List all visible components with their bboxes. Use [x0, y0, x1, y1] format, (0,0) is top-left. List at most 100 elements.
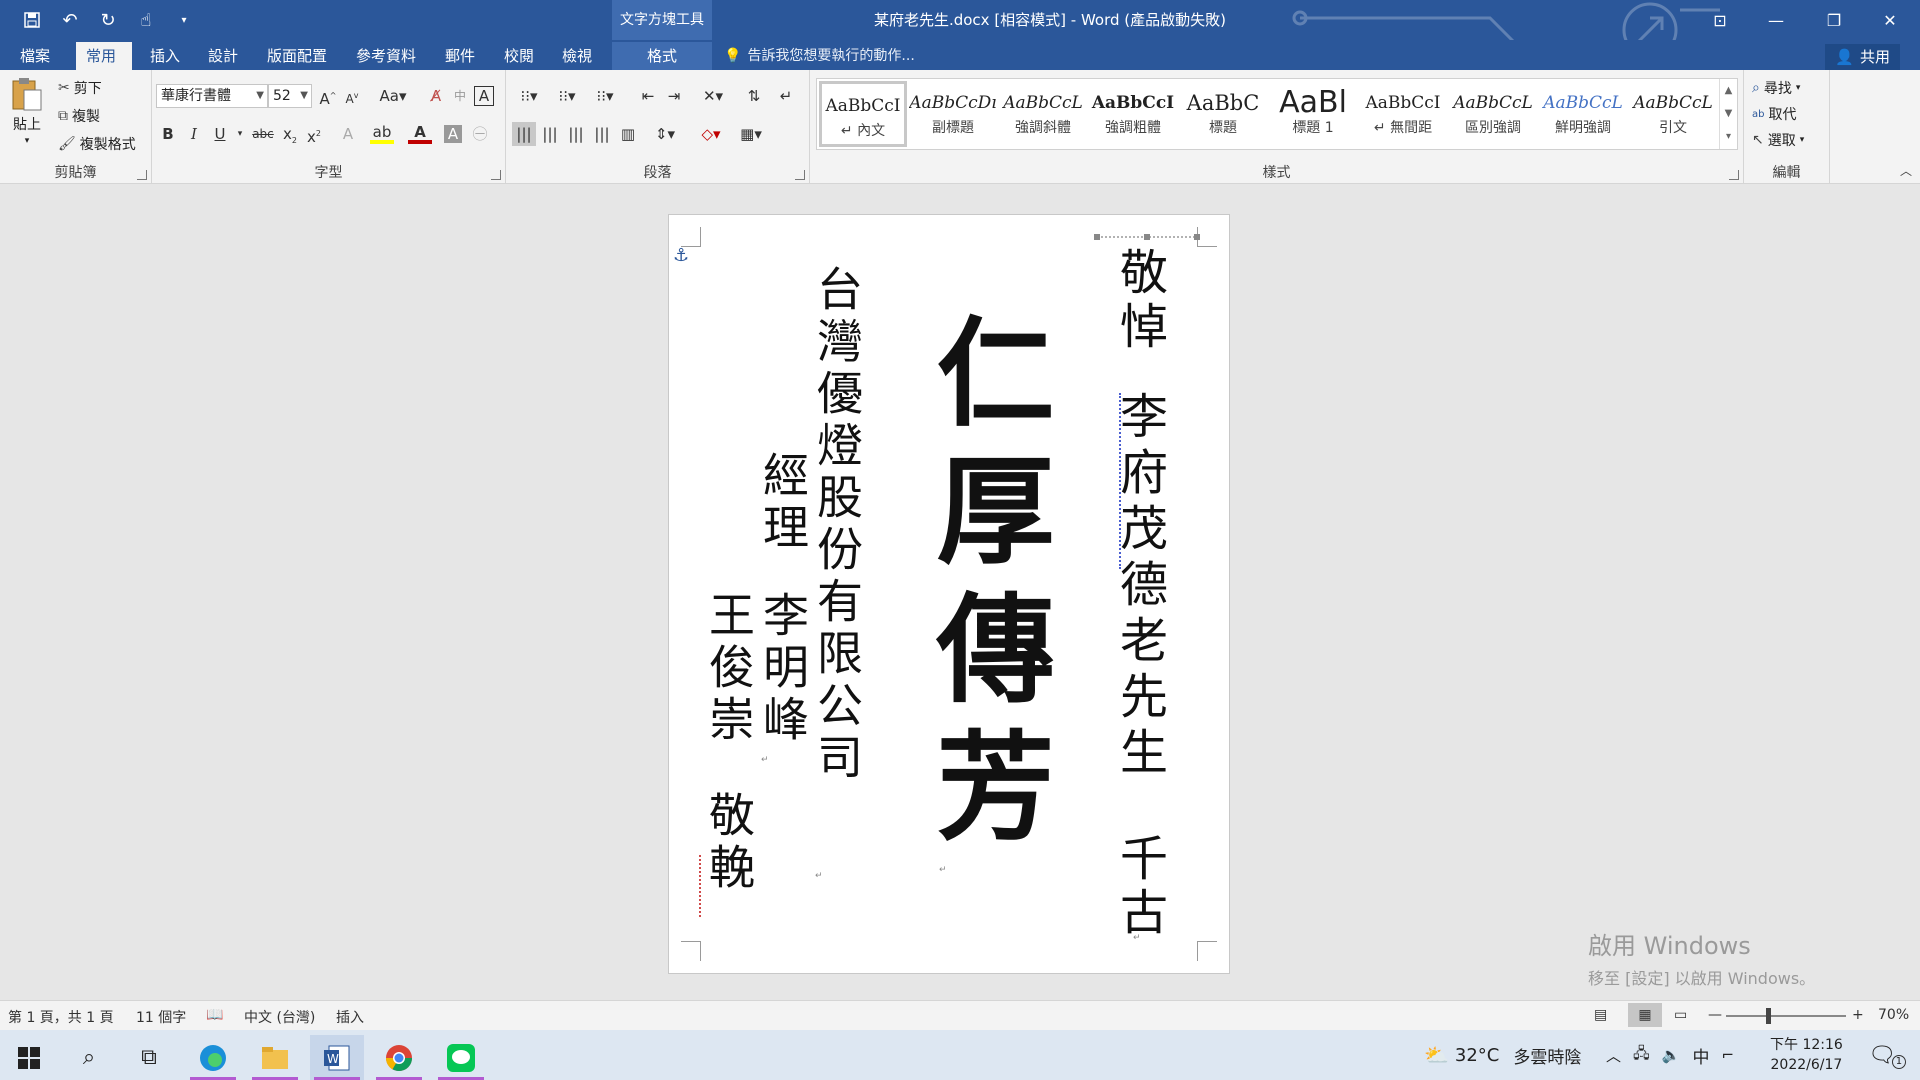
- name-li-text[interactable]: 李明峰: [755, 591, 811, 747]
- ime-indicator[interactable]: 中: [1692, 1043, 1709, 1068]
- align-top-icon[interactable]: |||: [512, 122, 536, 146]
- tell-me-box[interactable]: 💡 告訴我您想要執行的動作...: [724, 42, 915, 70]
- numbering-icon[interactable]: ⁝⁝▾: [550, 84, 584, 108]
- weather-widget[interactable]: ⛅ 32°C 多雲時陰: [1424, 1030, 1581, 1080]
- clock[interactable]: 下午 12:16 2022/6/17: [1770, 1030, 1843, 1080]
- style-title[interactable]: AaBbC 標題: [1179, 81, 1267, 147]
- bold-icon[interactable]: B: [156, 122, 180, 146]
- name-wang-text[interactable]: 王俊崇: [701, 591, 757, 747]
- clipboard-launcher-icon[interactable]: [137, 170, 147, 180]
- style-strong[interactable]: AaBbCcI 強調粗體: [1089, 81, 1177, 147]
- shrink-font-icon[interactable]: Av: [340, 84, 364, 108]
- phonetic-guide-icon[interactable]: 中: [448, 84, 472, 108]
- paste-button[interactable]: 貼上 ▾: [10, 76, 44, 146]
- style-no-spacing[interactable]: AaBbCcI ↵ 無間距: [1359, 81, 1447, 147]
- start-icon[interactable]: [2, 1035, 56, 1080]
- ribbon-display-icon[interactable]: ⊡: [1692, 0, 1748, 40]
- style-quote[interactable]: AaBbCcL 引文: [1629, 81, 1717, 147]
- tab-references[interactable]: 參考資料: [346, 42, 426, 70]
- page-count[interactable]: 第 1 頁，共 1 頁: [8, 1007, 114, 1027]
- tab-view[interactable]: 檢視: [552, 42, 602, 70]
- asian-layout-icon[interactable]: ✕▾: [696, 84, 730, 108]
- borders-icon[interactable]: ▦▾: [734, 122, 768, 146]
- print-layout-icon[interactable]: ▦: [1628, 1003, 1662, 1027]
- volume-icon[interactable]: 🔈: [1662, 1046, 1681, 1064]
- edge-icon[interactable]: [186, 1035, 240, 1080]
- tab-home[interactable]: 常用: [76, 42, 132, 70]
- sort-icon[interactable]: ⇅: [742, 84, 766, 108]
- font-name-combo[interactable]: 華康行書體 ▼: [156, 84, 268, 108]
- save-icon[interactable]: [18, 6, 46, 34]
- strikethrough-icon[interactable]: abc: [248, 122, 278, 146]
- network-icon[interactable]: 🖧: [1633, 1043, 1650, 1068]
- clear-format-icon[interactable]: A̸: [424, 84, 448, 108]
- highlight-icon[interactable]: ab: [370, 122, 394, 144]
- tab-insert[interactable]: 插入: [140, 42, 190, 70]
- zoom-in-icon[interactable]: +: [1852, 1007, 1864, 1023]
- close-icon[interactable]: ✕: [1862, 0, 1918, 40]
- read-mode-icon[interactable]: ▤: [1594, 1007, 1607, 1023]
- web-layout-icon[interactable]: ▭: [1674, 1007, 1687, 1023]
- tab-design[interactable]: 設計: [198, 42, 248, 70]
- chrome-icon[interactable]: [372, 1035, 426, 1080]
- multilevel-list-icon[interactable]: ⁝⁝▾: [588, 84, 622, 108]
- company-name-text[interactable]: 台灣優燈股份有限公司: [809, 265, 865, 785]
- zoom-slider-thumb[interactable]: [1766, 1008, 1771, 1024]
- document-page[interactable]: ⚓ 敬悼 李府茂德老先生 千古 仁厚傳芳 台灣優燈股份有限公司 經理 李明峰 王…: [668, 214, 1230, 974]
- cut-button[interactable]: ✂ 剪下: [58, 78, 102, 98]
- zoom-level[interactable]: 70%: [1878, 1007, 1909, 1023]
- superscript-icon[interactable]: x2: [302, 122, 326, 146]
- notification-center-icon[interactable]: 🗨 1: [1868, 1030, 1906, 1080]
- tab-layout[interactable]: 版面配置: [257, 42, 337, 70]
- bullets-icon[interactable]: ⁝⁝▾: [512, 84, 546, 108]
- ime-mode-icon[interactable]: ⌐: [1721, 1046, 1734, 1064]
- grow-font-icon[interactable]: A^: [316, 84, 340, 108]
- align-bottom-icon[interactable]: |||: [564, 122, 588, 146]
- forever-text[interactable]: 千古: [1109, 833, 1169, 941]
- language-indicator[interactable]: 中文 (台灣): [244, 1007, 315, 1027]
- restore-icon[interactable]: ❐: [1806, 0, 1862, 40]
- enclose-characters-icon[interactable]: ㊀: [468, 122, 492, 146]
- increase-indent-icon[interactable]: ⇥: [662, 84, 686, 108]
- style-subtle-emphasis[interactable]: AaBbCcL 強調斜體: [999, 81, 1087, 147]
- show-marks-icon[interactable]: ↵: [774, 84, 798, 108]
- find-button[interactable]: ⌕ 尋找 ▾: [1752, 78, 1800, 98]
- more-styles-icon[interactable]: ▾: [1720, 125, 1737, 148]
- zoom-out-icon[interactable]: —: [1708, 1007, 1722, 1023]
- manager-title-text[interactable]: 經理: [755, 451, 811, 555]
- align-center-vertical-icon[interactable]: |||: [538, 122, 562, 146]
- style-subtitle[interactable]: AaBbCcDı 副標題: [909, 81, 997, 147]
- line-spacing-icon[interactable]: ⇕▾: [648, 122, 682, 146]
- line-icon[interactable]: [434, 1035, 488, 1080]
- text-effects-icon[interactable]: A: [336, 122, 360, 146]
- replace-button[interactable]: ab 取代: [1752, 104, 1796, 124]
- textbox-selection-handles[interactable]: [1093, 231, 1203, 243]
- styles-gallery-scroll[interactable]: ▲ ▼ ▾: [1719, 79, 1737, 149]
- customize-qat-icon[interactable]: ▾: [170, 6, 198, 34]
- style-heading-1[interactable]: AaBl 標題 1: [1269, 81, 1357, 147]
- proofing-icon[interactable]: 📖: [206, 1007, 223, 1023]
- chevron-up-icon[interactable]: ▲: [1720, 79, 1737, 102]
- main-tribute-text[interactable]: 仁厚傳芳: [915, 311, 1055, 863]
- format-painter-button[interactable]: 🖌 複製格式: [58, 134, 136, 154]
- collapse-ribbon-icon[interactable]: ︿: [1900, 162, 1912, 179]
- chevron-down-icon[interactable]: ▼: [1720, 102, 1737, 125]
- style-normal[interactable]: AaBbCcI ↵ 內文: [819, 81, 907, 147]
- font-size-combo[interactable]: 52 ▼: [268, 84, 312, 108]
- insert-mode[interactable]: 插入: [336, 1007, 364, 1027]
- mourn-text[interactable]: 敬悼: [1109, 247, 1169, 355]
- word-count[interactable]: 11 個字: [136, 1007, 186, 1027]
- share-button[interactable]: 👤 共用: [1825, 44, 1900, 70]
- change-case-icon[interactable]: Aa▾: [376, 84, 410, 108]
- redo-icon[interactable]: ↻: [94, 6, 122, 34]
- style-intense-emphasis-distinct[interactable]: AaBbCcL 區別強調: [1449, 81, 1537, 147]
- font-color-icon[interactable]: A: [408, 122, 432, 144]
- deceased-name-text[interactable]: 李府茂德老先生: [1109, 391, 1169, 783]
- font-launcher-icon[interactable]: [491, 170, 501, 180]
- decrease-indent-icon[interactable]: ⇤: [636, 84, 660, 108]
- italic-icon[interactable]: I: [182, 122, 206, 146]
- zoom-slider[interactable]: [1726, 1015, 1846, 1017]
- touch-mode-icon[interactable]: ☝: [132, 6, 160, 34]
- paragraph-launcher-icon[interactable]: [795, 170, 805, 180]
- justify-vertical-icon[interactable]: |||: [590, 122, 614, 146]
